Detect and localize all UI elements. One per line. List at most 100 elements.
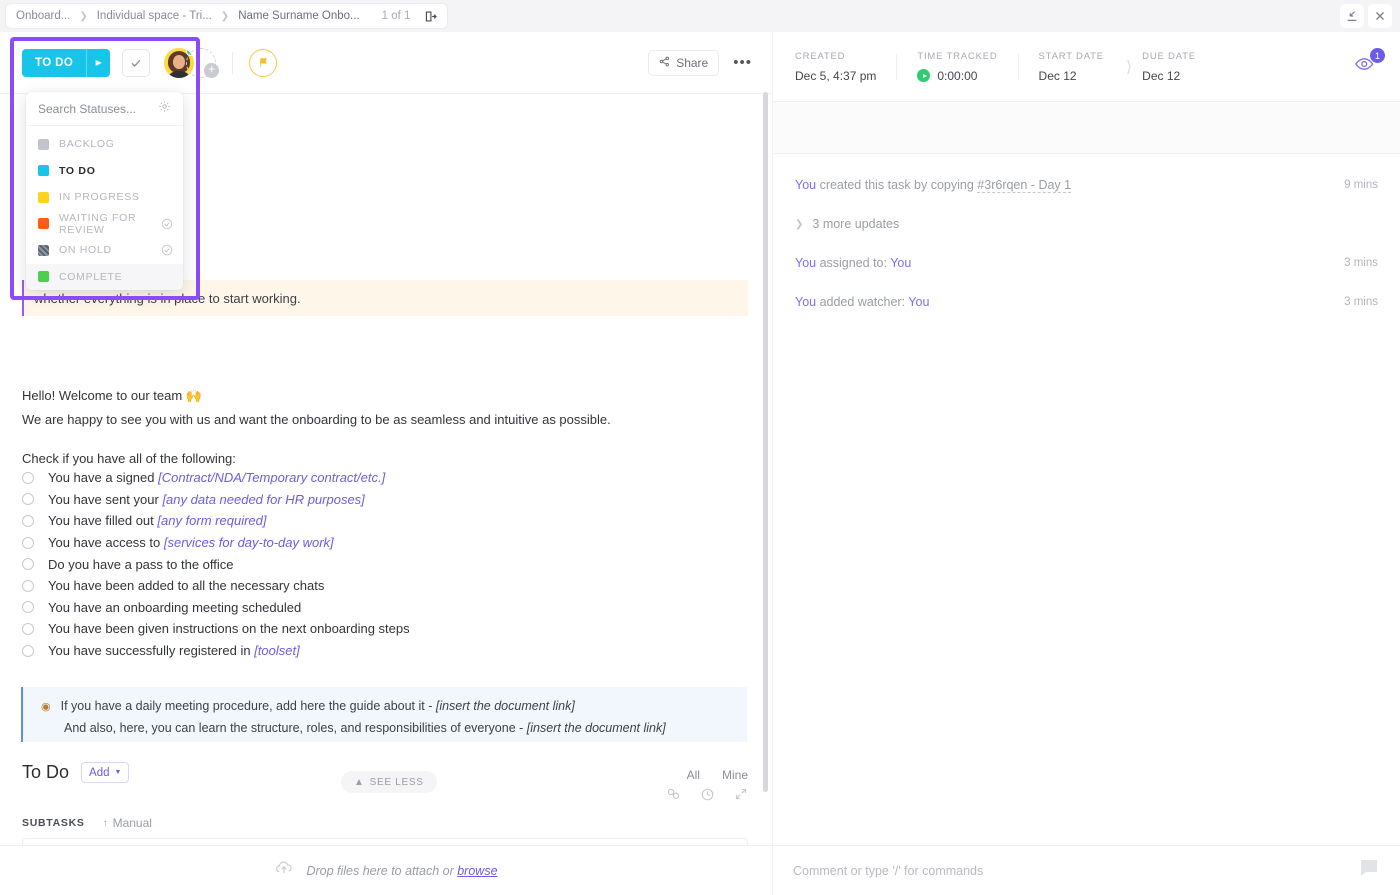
meta-divider [896,54,897,80]
task-header-actions: Share ••• [648,50,752,76]
status-done-check-icon [161,244,173,256]
checkbox-circle-icon[interactable] [22,515,34,527]
checklist-item[interactable]: You have access to [services for day-to-… [22,532,410,554]
minimize-icon[interactable] [1340,4,1364,28]
add-subtask-button[interactable]: Add ▼ [81,762,129,783]
info-callout: ◉ If you have a daily meeting procedure,… [21,687,747,742]
caret-right-icon[interactable]: ▶ [86,49,110,77]
status-option-complete[interactable]: COMPLETE [26,264,183,291]
main-panel-scrollbar[interactable] [763,92,768,792]
activity-link[interactable]: #3r6rqen - Day 1 [977,178,1071,193]
add-label: Add [89,767,109,779]
start-date-field[interactable]: START DATE Dec 12 [1039,51,1124,83]
breadcrumb-count: 1 of 1 [382,10,411,22]
checkbox-circle-icon[interactable] [22,472,34,484]
time-tracked-value-row: 0:00:00 [917,69,997,83]
close-icon[interactable] [1368,4,1392,28]
checklist-item-label: Do you have a pass to the office [48,557,234,572]
checkbox-circle-icon[interactable] [22,580,34,592]
checklist-item[interactable]: You have been given instructions on the … [22,618,410,640]
time-tracked-label: TIME TRACKED [917,51,997,62]
expand-icon[interactable] [734,787,748,807]
chevron-right-icon: ❯ [795,219,803,230]
status-dropdown-menu: BACKLOG TO DO IN PROGRESS WAITING FOR RE… [26,92,183,290]
time-tracked-field[interactable]: TIME TRACKED 0:00:00 [917,51,1017,83]
due-date-field[interactable]: DUE DATE Dec 12 [1142,51,1216,83]
checklist-item-label: You have access to [services for day-to-… [48,535,334,550]
date-range-chevron-icon: ⟩ [1126,57,1132,77]
status-dropdown-button[interactable]: TO DO ▶ [22,49,110,77]
search-input[interactable] [38,102,148,116]
filter-mine[interactable]: Mine [722,768,748,782]
checklist-item[interactable]: You have sent your [any data needed for … [22,489,410,511]
task-meta-bar: CREATED Dec 5, 4:37 pm TIME TRACKED 0:00… [773,32,1400,102]
status-option-label: TO DO [59,165,173,177]
banner-text: whether everything is in place to start … [34,291,301,306]
filter-all[interactable]: All [687,768,700,782]
more-updates-toggle[interactable]: ❯ 3 more updates [795,217,1378,231]
watchers-button[interactable]: 1 [1354,54,1380,79]
breadcrumb-item-1[interactable]: Individual space - Tri... [97,10,212,22]
activity-time: 9 mins [1344,179,1378,191]
status-option-on-hold[interactable]: ON HOLD [26,237,183,264]
activity-actor[interactable]: You [795,295,816,309]
activity-time: 3 mins [1344,257,1378,269]
checkbox-circle-icon[interactable] [22,493,34,505]
watcher-count-badge: 1 [1370,48,1385,63]
browse-link[interactable]: browse [457,864,497,878]
mark-complete-button[interactable] [122,49,150,77]
task-detail-window: Onboard... ❯ Individual space - Tri... ❯… [0,0,1400,895]
header-divider [232,52,233,74]
status-option-backlog[interactable]: BACKLOG [26,131,183,158]
file-dropzone[interactable]: Drop files here to attach or browse [0,845,772,895]
sort-manual-button[interactable]: ↑ Manual [103,816,152,830]
checkbox-circle-icon[interactable] [22,645,34,657]
status-option-to-do[interactable]: TO DO [26,158,183,185]
status-list: BACKLOG TO DO IN PROGRESS WAITING FOR RE… [26,126,183,290]
breadcrumb-item-2[interactable]: Name Surname Onbo... [238,10,359,22]
activity-item: You created this task by copying #3r6rqe… [795,178,1378,192]
task-details-panel: CREATED Dec 5, 4:37 pm TIME TRACKED 0:00… [772,32,1400,895]
open-in-new-icon[interactable] [424,10,437,23]
subtasks-title: To Do [22,762,69,783]
checklist-item[interactable]: You have been added to all the necessary… [22,575,410,597]
activity-target[interactable]: You [908,295,929,309]
checklist-item[interactable]: You have successfully registered in [too… [22,640,410,662]
subtask-filters: All Mine [687,768,748,782]
activity-actor[interactable]: You [795,178,816,192]
activity-target[interactable]: You [890,256,911,270]
subtasks-label: SUBTASKS [22,817,85,829]
checkbox-circle-icon[interactable] [22,537,34,549]
relationships-icon[interactable] [666,787,681,807]
share-button[interactable]: Share [648,50,719,76]
activity-actor[interactable]: You [795,256,816,270]
callout-line-1: ◉ If you have a daily meeting procedure,… [41,696,733,718]
checklist-item[interactable]: You have a signed [Contract/NDA/Temporar… [22,467,410,489]
add-assignee-button[interactable]: + [186,48,216,78]
status-option-waiting-for-review[interactable]: WAITING FOR REVIEW [26,211,183,238]
subtasks-header: To Do Add ▼ [22,762,129,783]
checkbox-circle-icon[interactable] [22,558,34,570]
checklist-item[interactable]: You have filled out [any form required] [22,510,410,532]
comment-bubble-icon[interactable] [1357,856,1381,885]
comment-bar[interactable]: Comment or type '/' for commands [773,845,1400,895]
activity-item: You assigned to: You 3 mins [795,256,1378,270]
play-icon[interactable] [917,69,930,82]
status-option-label: ON HOLD [59,244,151,256]
window-controls [1340,4,1392,28]
see-less-button[interactable]: ▲ SEE LESS [341,771,437,793]
checklist-item[interactable]: You have an onboarding meeting scheduled [22,597,410,619]
meta-divider [1018,54,1019,80]
checklist-item[interactable]: Do you have a pass to the office [22,553,410,575]
checkbox-circle-icon[interactable] [22,601,34,613]
ellipsis-icon[interactable]: ••• [733,58,752,68]
activity-spacer [773,102,1400,154]
comment-input-placeholder[interactable]: Comment or type '/' for commands [793,864,983,878]
breadcrumb-item-0[interactable]: Onboard... [16,10,70,22]
start-date-value: Dec 12 [1039,69,1104,83]
gear-icon[interactable] [158,100,171,118]
checkbox-circle-icon[interactable] [22,623,34,635]
flag-icon[interactable] [249,49,277,77]
status-option-in-progress[interactable]: IN PROGRESS [26,184,183,211]
history-icon[interactable] [700,787,715,807]
